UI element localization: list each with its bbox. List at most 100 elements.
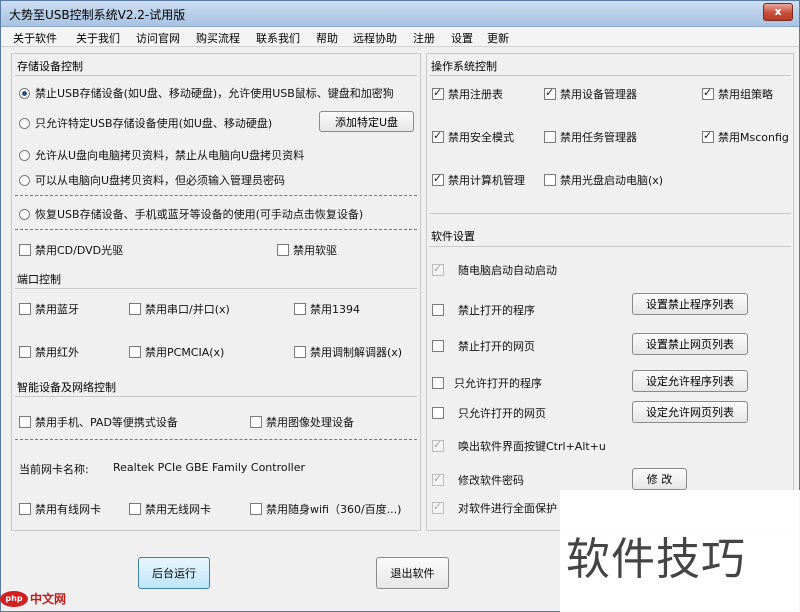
checkbox-box bbox=[129, 346, 141, 358]
checkbox-disable-registry[interactable]: 禁用注册表 bbox=[432, 86, 503, 102]
checkbox-box bbox=[277, 244, 289, 256]
checkbox-allow-programs[interactable]: 只允许打开的程序 bbox=[432, 375, 542, 391]
window-title: 大势至USB控制系统V2.2-试用版 bbox=[9, 8, 186, 22]
radio-allow-specific-usb[interactable]: 只允许特定USB存储设备使用(如U盘、移动硬盘) bbox=[19, 115, 272, 131]
menu-about-us[interactable]: 关于我们 bbox=[76, 30, 120, 46]
checkbox-label: 禁用手机、PAD等便携式设备 bbox=[35, 416, 178, 429]
checkbox-box bbox=[432, 500, 444, 514]
checkbox-disable-computer-management[interactable]: 禁用计算机管理 bbox=[432, 172, 525, 188]
checkbox-label: 禁用PCMCIA(x) bbox=[145, 346, 225, 359]
radio-indicator bbox=[19, 87, 30, 99]
checkbox-box bbox=[19, 503, 31, 515]
radio-label: 禁止USB存储设备(如U盘、移动硬盘)，允许使用USB鼠标、键盘和加密狗 bbox=[35, 87, 394, 100]
checkbox-label: 禁用CD/DVD光驱 bbox=[35, 244, 124, 257]
checkbox-hotkey[interactable]: 唤出软件界面按键Ctrl+Alt+u bbox=[432, 438, 606, 454]
checkbox-box bbox=[432, 377, 444, 389]
checkbox-box bbox=[544, 86, 556, 100]
radio-label: 允许从U盘向电脑拷贝资料，禁止从电脑向U盘拷贝资料 bbox=[35, 149, 305, 162]
set-allowed-webpages-button[interactable]: 设定允许网页列表 bbox=[632, 401, 748, 423]
nic-label: 当前网卡名称: bbox=[19, 463, 89, 476]
menu-purchase[interactable]: 购买流程 bbox=[196, 30, 240, 46]
checkbox-disable-infrared[interactable]: 禁用红外 bbox=[19, 344, 79, 360]
checkbox-disable-wireless-nic[interactable]: 禁用无线网卡 bbox=[129, 501, 211, 517]
checkbox-disable-mobile[interactable]: 禁用手机、PAD等便携式设备 bbox=[19, 414, 178, 430]
checkbox-disable-1394[interactable]: 禁用1394 bbox=[294, 301, 360, 317]
checkbox-label: 禁用调制解调器(x) bbox=[310, 346, 403, 359]
checkbox-label: 禁用有线网卡 bbox=[35, 503, 101, 516]
checkbox-label: 只允许打开的网页 bbox=[458, 407, 546, 420]
checkbox-block-programs[interactable]: 禁止打开的程序 bbox=[432, 302, 535, 318]
menu-contact[interactable]: 联系我们 bbox=[256, 30, 300, 46]
watermark-text: 软件技巧 bbox=[566, 534, 746, 585]
checkbox-disable-cd[interactable]: 禁用CD/DVD光驱 bbox=[19, 242, 123, 258]
storage-section-title: 存储设备控制 bbox=[17, 60, 83, 73]
checkbox-label: 禁用组策略 bbox=[718, 88, 773, 101]
divider bbox=[429, 213, 791, 214]
checkbox-box bbox=[432, 438, 444, 452]
menu-bar: 关于软件 关于我们 访问官网 购买流程 联系我们 帮助 远程协助 注册 设置 更… bbox=[1, 27, 799, 47]
checkbox-disable-floppy[interactable]: 禁用软驱 bbox=[277, 242, 337, 258]
run-background-button[interactable]: 后台运行 bbox=[138, 557, 210, 589]
title-bar: 大势至USB控制系统V2.2-试用版 x bbox=[1, 1, 799, 27]
checkbox-disable-task-manager[interactable]: 禁用任务管理器 bbox=[544, 129, 637, 145]
radio-indicator bbox=[19, 208, 30, 220]
checkbox-label: 禁止打开的网页 bbox=[458, 340, 535, 353]
checkbox-autostart[interactable]: 随电脑启动自动启动 bbox=[432, 262, 557, 278]
radio-label: 只允许特定USB存储设备使用(如U盘、移动硬盘) bbox=[35, 117, 273, 130]
checkbox-disable-serial-parallel[interactable]: 禁用串口/并口(x) bbox=[129, 301, 230, 317]
checkbox-allow-webpages[interactable]: 只允许打开的网页 bbox=[432, 405, 546, 421]
set-blocked-programs-button[interactable]: 设置禁止程序列表 bbox=[632, 293, 748, 315]
menu-help[interactable]: 帮助 bbox=[316, 30, 338, 46]
checkbox-full-protection[interactable]: 对软件进行全面保护 bbox=[432, 500, 557, 516]
checkbox-disable-wired-nic[interactable]: 禁用有线网卡 bbox=[19, 501, 101, 517]
exit-button[interactable]: 退出软件 bbox=[376, 557, 449, 589]
checkbox-disable-pcmcia[interactable]: 禁用PCMCIA(x) bbox=[129, 344, 224, 360]
menu-visit-site[interactable]: 访问官网 bbox=[136, 30, 180, 46]
radio-indicator bbox=[19, 149, 30, 161]
checkbox-label: 唤出软件界面按键Ctrl+Alt+u bbox=[458, 440, 606, 453]
checkbox-label: 禁用注册表 bbox=[448, 88, 503, 101]
checkbox-disable-modem[interactable]: 禁用调制解调器(x) bbox=[294, 344, 402, 360]
checkbox-box bbox=[432, 129, 444, 143]
change-password-button[interactable]: 修 改 bbox=[632, 468, 687, 490]
radio-restore-devices[interactable]: 恢复USB存储设备、手机或蓝牙等设备的使用(可手动点击恢复设备) bbox=[19, 206, 363, 222]
checkbox-box bbox=[294, 303, 306, 315]
checkbox-box bbox=[19, 416, 31, 428]
menu-settings[interactable]: 设置 bbox=[451, 30, 473, 46]
radio-indicator bbox=[19, 117, 30, 129]
logo-php-badge: php bbox=[0, 590, 28, 607]
checkbox-disable-imaging[interactable]: 禁用图像处理设备 bbox=[250, 414, 354, 430]
radio-label: 恢复USB存储设备、手机或蓝牙等设备的使用(可手动点击恢复设备) bbox=[35, 208, 364, 221]
checkbox-disable-msconfig[interactable]: 禁用Msconfig bbox=[702, 129, 789, 145]
checkbox-label: 禁用设备管理器 bbox=[560, 88, 637, 101]
set-blocked-webpages-button[interactable]: 设置禁止网页列表 bbox=[632, 333, 748, 355]
smart-section-title: 智能设备及网络控制 bbox=[17, 381, 116, 394]
checkbox-change-password[interactable]: 修改软件密码 bbox=[432, 472, 524, 488]
checkbox-block-webpages[interactable]: 禁止打开的网页 bbox=[432, 338, 535, 354]
divider bbox=[429, 246, 791, 247]
checkbox-label: 随电脑启动自动启动 bbox=[458, 264, 557, 277]
checkbox-disable-portable-wifi[interactable]: 禁用随身wifi（360/百度...) bbox=[250, 501, 401, 517]
divider bbox=[15, 75, 417, 76]
checkbox-label: 禁用蓝牙 bbox=[35, 303, 79, 316]
menu-update[interactable]: 更新 bbox=[487, 30, 509, 46]
checkbox-disable-group-policy[interactable]: 禁用组策略 bbox=[702, 86, 773, 102]
checkbox-label: 禁止打开的程序 bbox=[458, 304, 535, 317]
radio-usb-to-pc-only[interactable]: 允许从U盘向电脑拷贝资料，禁止从电脑向U盘拷贝资料 bbox=[19, 147, 304, 163]
set-allowed-programs-button[interactable]: 设定允许程序列表 bbox=[632, 370, 748, 392]
checkbox-box bbox=[432, 86, 444, 100]
checkbox-disable-device-manager[interactable]: 禁用设备管理器 bbox=[544, 86, 637, 102]
menu-about-software[interactable]: 关于软件 bbox=[13, 30, 57, 46]
add-specific-usb-button[interactable]: 添加特定U盘 bbox=[319, 111, 414, 132]
radio-block-usb-storage[interactable]: 禁止USB存储设备(如U盘、移动硬盘)，允许使用USB鼠标、键盘和加密狗 bbox=[19, 85, 394, 101]
checkbox-label: 禁用任务管理器 bbox=[560, 131, 637, 144]
menu-remote-assist[interactable]: 远程协助 bbox=[353, 30, 397, 46]
radio-pc-to-usb-password[interactable]: 可以从电脑向U盘拷贝资料，但必须输入管理员密码 bbox=[19, 172, 285, 188]
checkbox-box bbox=[432, 340, 444, 352]
checkbox-box bbox=[250, 416, 262, 428]
menu-register[interactable]: 注册 bbox=[413, 30, 435, 46]
checkbox-disable-cd-boot[interactable]: 禁用光盘启动电脑(x) bbox=[544, 172, 663, 188]
close-button[interactable]: x bbox=[763, 3, 793, 21]
checkbox-disable-bluetooth[interactable]: 禁用蓝牙 bbox=[19, 301, 79, 317]
checkbox-disable-safe-mode[interactable]: 禁用安全模式 bbox=[432, 129, 514, 145]
